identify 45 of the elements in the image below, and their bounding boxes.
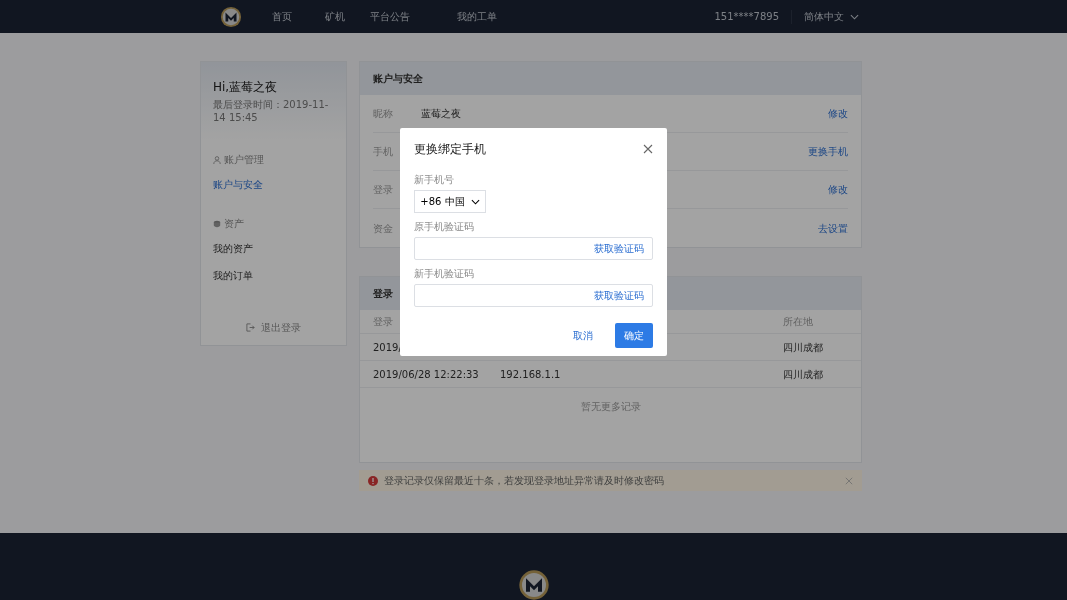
field-label: 资金 [373, 222, 393, 234]
get-code-button[interactable]: 获取验证码 [586, 288, 652, 303]
alert-message: 登录记录仅保留最近十条，若发现登录地址异常请及时修改密码 [384, 474, 664, 488]
sidebar-item[interactable]: 我的资产 [213, 241, 253, 256]
section-title: 账户管理 [224, 153, 264, 167]
code-input[interactable]: 获取验证码 [414, 284, 653, 307]
table-cell-text: 四川成都 [783, 340, 824, 355]
user-icon [213, 155, 221, 164]
table-cell-text: 2019/06/28 12:22:33 [373, 367, 480, 382]
table-cell-text: 192.168.1.1 [500, 367, 562, 382]
field-value: 蓝莓之夜 [421, 107, 461, 121]
language-select[interactable]: 简体中文 [804, 9, 859, 24]
action-link[interactable]: 修改 [828, 182, 848, 197]
code-input[interactable]: 获取验证码 [414, 237, 653, 260]
account-phone: 151****7895 [714, 10, 779, 24]
card-title: 账户与安全 [360, 62, 861, 95]
action-link[interactable]: 去设置 [818, 220, 848, 236]
nav-link[interactable]: 矿机 [325, 9, 345, 24]
nav-link[interactable]: 首页 [272, 9, 292, 24]
logo-icon[interactable] [220, 5, 242, 28]
nav-link[interactable]: 我的工单 [457, 9, 497, 24]
field-label: 新手机号 [414, 173, 455, 187]
confirm-button[interactable]: 确定 [615, 323, 653, 348]
logout-button[interactable]: 退出登录 [246, 320, 301, 335]
field-label: 手机 [373, 146, 393, 157]
get-code-button[interactable]: 获取验证码 [586, 241, 652, 256]
table-cell-text: 四川成都 [783, 367, 824, 382]
modal-title: 更换绑定手机 [414, 141, 486, 158]
nav-link[interactable]: 平台公告 [370, 9, 410, 24]
greeting: Hi,蓝莓之夜 [213, 79, 279, 96]
action-link[interactable]: 更换手机 [808, 144, 848, 159]
sidebar-item[interactable]: 我的订单 [213, 268, 253, 283]
close-icon[interactable] [643, 144, 653, 154]
cancel-button[interactable]: 取消 [563, 323, 603, 348]
field-label: 原手机验证码 [414, 220, 475, 234]
section-title: 资产 [224, 217, 244, 231]
action-link[interactable]: 修改 [828, 106, 848, 121]
chevron-down-icon [470, 198, 480, 205]
error-icon [368, 475, 378, 486]
country-code-select[interactable]: +86 中国 [414, 190, 486, 213]
sidebar-item[interactable]: 账户与安全 [213, 177, 263, 192]
last-login-time: 最后登录时间：2019-11-14 15:45 [213, 99, 330, 124]
chevron-down-icon [850, 13, 859, 20]
logout-icon [246, 323, 255, 332]
database-icon [213, 219, 221, 228]
